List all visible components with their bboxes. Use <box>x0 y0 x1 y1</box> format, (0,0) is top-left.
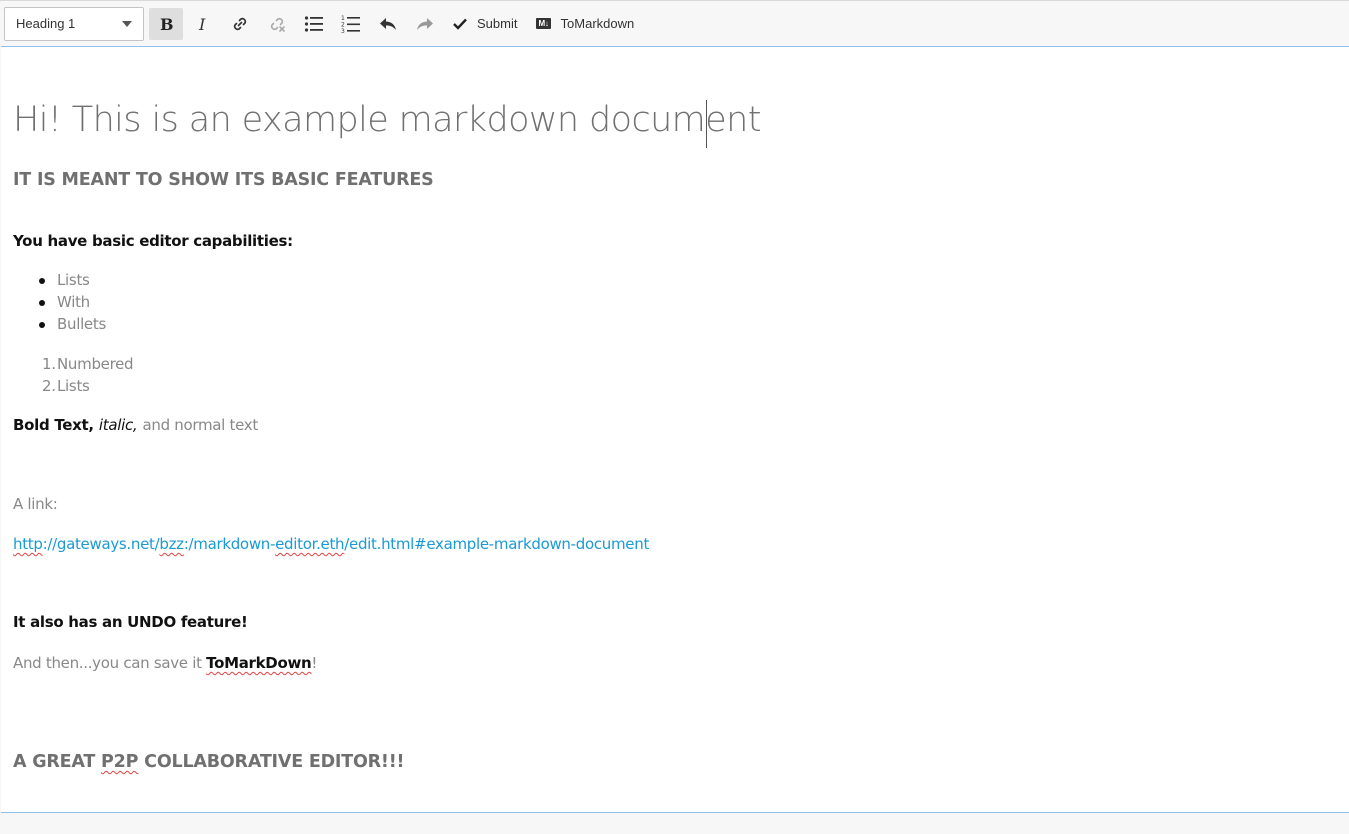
italic-text: italic, <box>98 416 138 434</box>
list-item: Bullets <box>39 315 106 333</box>
numbered-list-button[interactable]: 1 2 3 <box>334 8 368 40</box>
list-number: 1. <box>42 355 56 373</box>
link-button[interactable] <box>223 8 257 40</box>
list-item: 1. Numbered <box>42 355 134 373</box>
list-number: 2. <box>42 377 56 395</box>
example-link[interactable]: http://gateways.net/bzz:/markdown-editor… <box>13 534 649 553</box>
markdown-icon: M↓ <box>536 18 551 29</box>
numbered-list: 1. Numbered 2. Lists <box>42 353 134 397</box>
submit-label: Submit <box>477 16 518 31</box>
undo-heading: It also has an UNDO feature! <box>13 613 248 631</box>
document-title[interactable]: Hi! This is an example markdown document <box>13 100 761 140</box>
bold-button[interactable]: B <box>149 7 183 40</box>
list-item: 2. Lists <box>42 377 90 395</box>
chevron-down-icon <box>122 20 132 27</box>
text-cursor <box>706 100 707 148</box>
heading-style-value: Heading 1 <box>16 16 76 31</box>
bullet-list: Lists With Bullets <box>39 269 106 335</box>
document-title-text: Hi! This is an example markdown document <box>13 100 761 140</box>
svg-text:B: B <box>160 16 174 32</box>
redo-button[interactable] <box>408 8 442 40</box>
save-suffix: ! <box>311 654 318 672</box>
editor-toolbar: Heading 1 B I 1 2 3 Submit M↓ ToMarkdown <box>0 0 1349 46</box>
list-item: With <box>39 291 106 313</box>
tomarkdown-label: ToMarkdown <box>560 16 635 31</box>
unlink-icon <box>270 17 285 32</box>
undo-icon <box>380 17 396 30</box>
heading-style-select[interactable]: Heading 1 <box>4 6 144 41</box>
numbered-list-icon: 1 2 3 <box>341 15 360 34</box>
link-label: A link: <box>13 495 58 513</box>
italic-button[interactable]: I <box>186 8 220 40</box>
save-line: And then...you can save it ToMarkDown! <box>13 653 317 672</box>
redo-icon <box>417 17 433 30</box>
checkmark-icon <box>453 18 467 30</box>
save-prefix: And then...you can save it <box>13 654 207 672</box>
capabilities-heading: You have basic editor capabilities: <box>13 232 293 250</box>
formatting-example: Bold Text, italic, and normal text <box>13 415 258 434</box>
link-icon <box>233 17 247 30</box>
submit-button[interactable]: Submit <box>445 8 525 40</box>
editor-footer <box>0 813 1349 834</box>
svg-text:I: I <box>198 16 206 32</box>
normal-text: and normal text <box>142 416 258 434</box>
tomarkdown-bold: ToMarkDown <box>206 654 312 672</box>
tomarkdown-button[interactable]: M↓ ToMarkdown <box>528 8 642 40</box>
bullet-list-icon <box>304 15 323 32</box>
closing-heading: A GREAT P2P COLLABORATIVE EDITOR!!! <box>13 752 405 772</box>
bold-text: Bold Text, <box>13 416 94 434</box>
editor-content[interactable]: Hi! This is an example markdown document… <box>1 46 1349 813</box>
unlink-button[interactable] <box>260 8 294 40</box>
bullet-list-button[interactable] <box>297 8 331 40</box>
bold-icon: B <box>160 16 174 32</box>
list-item: Lists <box>39 269 106 291</box>
undo-button[interactable] <box>371 8 405 40</box>
italic-icon: I <box>198 16 206 32</box>
svg-text:3: 3 <box>341 28 345 34</box>
document-subtitle: IT IS MEANT TO SHOW ITS BASIC FEATURES <box>13 170 434 190</box>
